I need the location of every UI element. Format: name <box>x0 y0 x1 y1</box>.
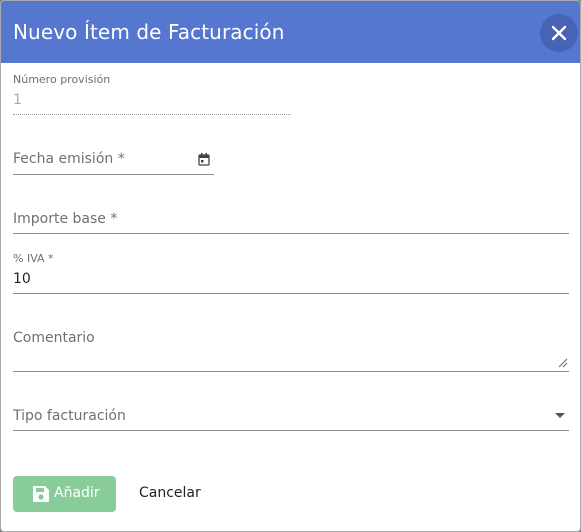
resize-grip-icon[interactable] <box>558 358 568 368</box>
numero-provision-value: 1 <box>13 92 22 108</box>
fecha-emision-label: Fecha emisión * <box>13 151 125 167</box>
importe-base-field[interactable]: Importe base * <box>13 211 570 237</box>
fecha-emision-field[interactable]: Fecha emisión * <box>13 151 215 177</box>
dialog-title: Nuevo Ítem de Facturación <box>13 20 285 44</box>
add-button-label: Añadir <box>54 485 100 501</box>
dropdown-arrow-icon[interactable] <box>555 413 565 419</box>
comentario-underline <box>13 371 569 372</box>
tipo-facturacion-underline <box>13 430 569 431</box>
iva-label: % IVA * <box>13 252 54 265</box>
iva-underline <box>13 293 569 294</box>
billing-item-dialog: Nuevo Ítem de Facturación Número provisi… <box>0 0 581 532</box>
importe-base-label: Importe base * <box>13 211 118 227</box>
numero-provision-field: Número provisión 1 <box>13 73 293 118</box>
numero-provision-label: Número provisión <box>13 73 111 86</box>
add-button[interactable]: Añadir <box>13 476 116 512</box>
iva-value: 10 <box>13 271 31 287</box>
close-button[interactable] <box>540 14 578 52</box>
save-icon <box>33 486 49 502</box>
calendar-icon[interactable] <box>198 153 210 166</box>
comentario-field[interactable]: Comentario <box>13 330 570 374</box>
fecha-emision-underline <box>13 174 214 175</box>
iva-field[interactable]: % IVA * 10 <box>13 251 570 297</box>
tipo-facturacion-select[interactable]: Tipo facturación <box>13 408 570 434</box>
tipo-facturacion-label: Tipo facturación <box>13 408 126 424</box>
importe-base-underline <box>13 233 569 234</box>
numero-provision-underline <box>13 114 291 115</box>
dialog-header: Nuevo Ítem de Facturación <box>1 1 580 63</box>
cancel-button-label: Cancelar <box>139 485 201 501</box>
comentario-label: Comentario <box>13 330 95 346</box>
close-icon <box>551 25 567 41</box>
cancel-button[interactable]: Cancelar <box>129 476 215 512</box>
